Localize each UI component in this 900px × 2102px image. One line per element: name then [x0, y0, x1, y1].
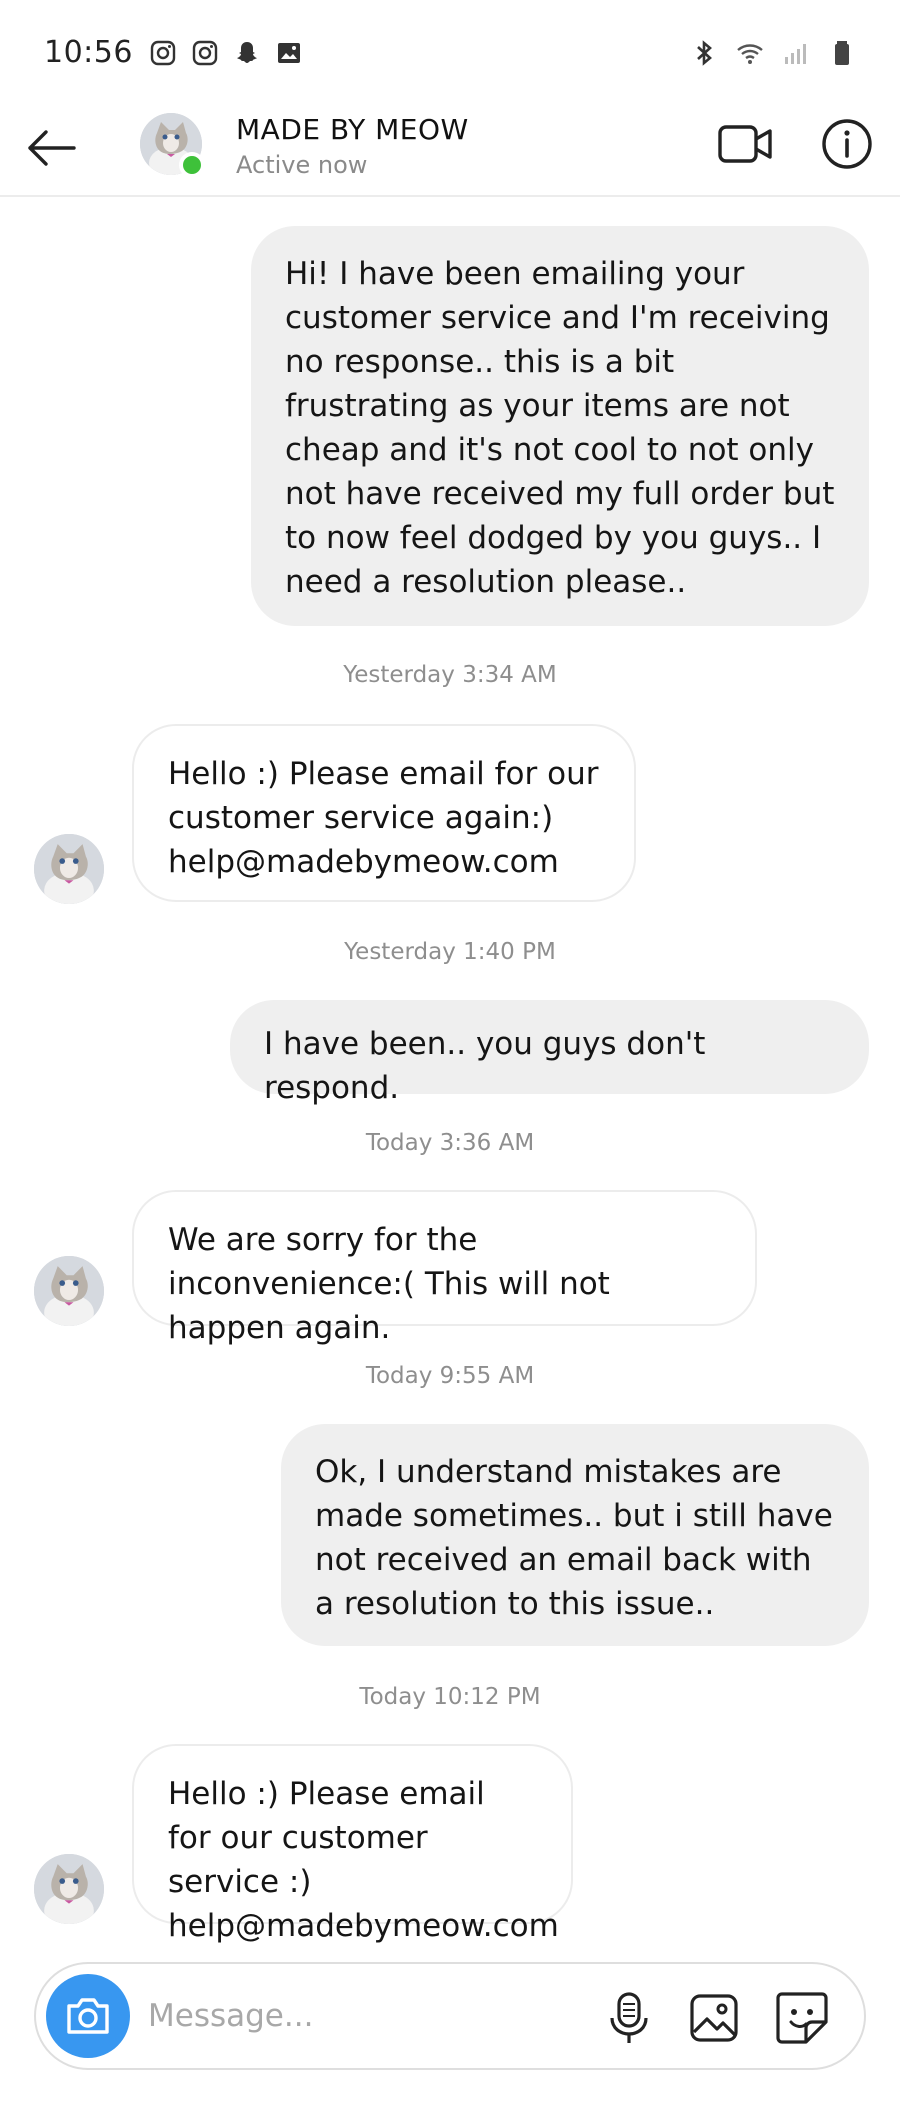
message-input[interactable]	[148, 1986, 588, 2046]
sent-message[interactable]: Hi! I have been emailing your customer s…	[251, 226, 869, 626]
video-call-icon[interactable]	[716, 119, 776, 169]
sender-avatar[interactable]	[34, 1854, 104, 1924]
cat-avatar-icon	[34, 1854, 104, 1924]
message-text: Hi! I have been emailing your customer s…	[285, 256, 835, 600]
microphone-icon[interactable]	[604, 1990, 654, 2046]
system-icons	[690, 39, 856, 67]
received-message[interactable]: Hello :) Please email for our customer s…	[132, 1744, 573, 1944]
instagram-icon	[192, 40, 218, 65]
sent-message[interactable]: I have been.. you guys don't respond.	[230, 1000, 869, 1106]
message-text: Hello :) Please email for our customer s…	[168, 756, 599, 880]
received-message[interactable]: We are sorry for the inconvenience:( Thi…	[132, 1190, 757, 1346]
snapchat-icon	[236, 41, 257, 63]
sender-avatar[interactable]	[34, 1256, 104, 1326]
wifi-icon	[737, 43, 763, 64]
status-bar: 10:56	[0, 0, 900, 105]
camera-button[interactable]	[46, 1974, 130, 2058]
message-timestamp: Yesterday 1:40 PM	[344, 939, 556, 965]
instagram-icon	[150, 40, 176, 65]
notification-icons	[149, 39, 303, 67]
gallery-icon	[277, 42, 300, 63]
message-timestamp: Yesterday 3:34 AM	[343, 662, 557, 688]
battery-icon	[835, 40, 849, 65]
message-timestamp: Today 9:55 AM	[365, 1363, 535, 1389]
bluetooth-icon	[697, 39, 712, 66]
message-timestamp: Today 10:12 PM	[359, 1684, 541, 1710]
signal-icon	[785, 43, 806, 64]
sender-avatar[interactable]	[34, 834, 104, 904]
back-arrow-icon[interactable]	[22, 123, 80, 173]
received-message[interactable]: Hello :) Please email for our customer s…	[132, 724, 636, 902]
online-indicator	[179, 152, 205, 178]
info-icon[interactable]	[820, 117, 874, 171]
camera-icon	[67, 1998, 109, 2034]
cat-avatar-icon	[34, 834, 104, 904]
active-status: Active now	[236, 151, 368, 179]
chat-header: MADE BY MEOW Active now	[0, 105, 900, 197]
gallery-icon[interactable]	[688, 1992, 740, 2044]
status-time: 10:56	[44, 35, 133, 70]
contact-name[interactable]: MADE BY MEOW	[236, 113, 469, 146]
sent-message[interactable]: Ok, I understand mistakes are made somet…	[281, 1424, 869, 1646]
sticker-icon[interactable]	[774, 1990, 830, 2046]
message-text: Hello :) Please email for our customer s…	[168, 1776, 559, 1944]
cat-avatar-icon	[34, 1256, 104, 1326]
message-text: We are sorry for the inconvenience:( Thi…	[168, 1222, 610, 1346]
message-text: I have been.. you guys don't respond.	[264, 1026, 706, 1106]
message-timestamp: Today 3:36 AM	[365, 1130, 535, 1156]
message-text: Ok, I understand mistakes are made somet…	[315, 1454, 833, 1622]
message-composer	[34, 1962, 866, 2070]
